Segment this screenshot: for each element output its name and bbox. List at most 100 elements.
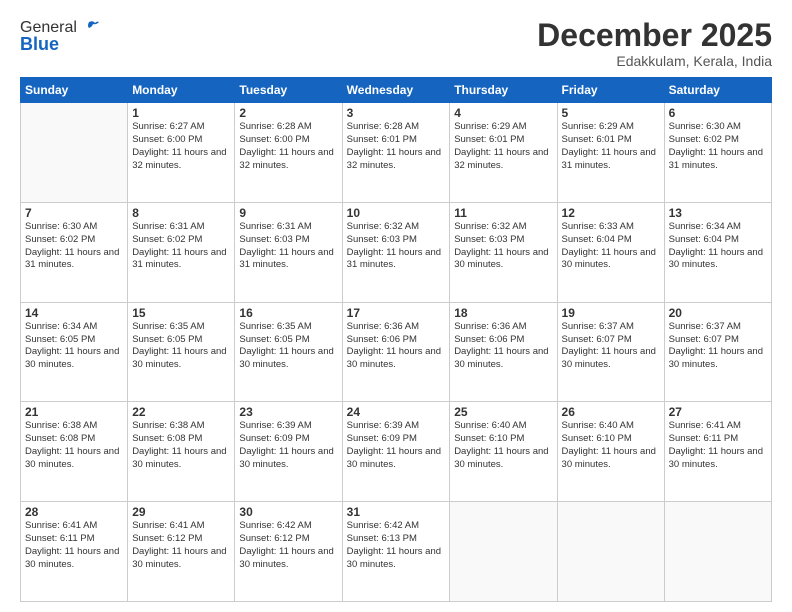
day-detail: Sunrise: 6:35 AMSunset: 6:05 PMDaylight:… [239, 321, 337, 372]
calendar-cell: 13Sunrise: 6:34 AMSunset: 6:04 PMDayligh… [664, 202, 771, 302]
day-number: 20 [669, 306, 767, 320]
day-number: 31 [347, 505, 446, 519]
day-number: 9 [239, 206, 337, 220]
calendar-week-row: 1Sunrise: 6:27 AMSunset: 6:00 PMDaylight… [21, 103, 772, 203]
calendar-cell: 12Sunrise: 6:33 AMSunset: 6:04 PMDayligh… [557, 202, 664, 302]
day-detail: Sunrise: 6:40 AMSunset: 6:10 PMDaylight:… [562, 420, 660, 471]
calendar-cell [21, 103, 128, 203]
calendar-cell: 2Sunrise: 6:28 AMSunset: 6:00 PMDaylight… [235, 103, 342, 203]
weekday-header: Saturday [664, 78, 771, 103]
logo-blue-text: Blue [20, 34, 59, 55]
day-number: 29 [132, 505, 230, 519]
day-number: 19 [562, 306, 660, 320]
day-detail: Sunrise: 6:37 AMSunset: 6:07 PMDaylight:… [562, 321, 660, 372]
calendar-cell: 5Sunrise: 6:29 AMSunset: 6:01 PMDaylight… [557, 103, 664, 203]
calendar-week-row: 28Sunrise: 6:41 AMSunset: 6:11 PMDayligh… [21, 502, 772, 602]
calendar-cell: 7Sunrise: 6:30 AMSunset: 6:02 PMDaylight… [21, 202, 128, 302]
calendar-cell: 25Sunrise: 6:40 AMSunset: 6:10 PMDayligh… [450, 402, 557, 502]
day-detail: Sunrise: 6:37 AMSunset: 6:07 PMDaylight:… [669, 321, 767, 372]
calendar-cell: 8Sunrise: 6:31 AMSunset: 6:02 PMDaylight… [128, 202, 235, 302]
day-detail: Sunrise: 6:41 AMSunset: 6:12 PMDaylight:… [132, 520, 230, 571]
calendar-cell: 23Sunrise: 6:39 AMSunset: 6:09 PMDayligh… [235, 402, 342, 502]
page: General Blue December 2025 Edakkulam, Ke… [0, 0, 792, 612]
day-number: 1 [132, 106, 230, 120]
calendar-header-row: SundayMondayTuesdayWednesdayThursdayFrid… [21, 78, 772, 103]
calendar-cell: 26Sunrise: 6:40 AMSunset: 6:10 PMDayligh… [557, 402, 664, 502]
day-detail: Sunrise: 6:42 AMSunset: 6:12 PMDaylight:… [239, 520, 337, 571]
day-detail: Sunrise: 6:42 AMSunset: 6:13 PMDaylight:… [347, 520, 446, 571]
day-number: 15 [132, 306, 230, 320]
day-number: 11 [454, 206, 552, 220]
day-detail: Sunrise: 6:32 AMSunset: 6:03 PMDaylight:… [454, 221, 552, 272]
day-number: 22 [132, 405, 230, 419]
logo: General Blue [20, 18, 99, 55]
calendar-cell: 31Sunrise: 6:42 AMSunset: 6:13 PMDayligh… [342, 502, 450, 602]
day-number: 21 [25, 405, 123, 419]
day-detail: Sunrise: 6:31 AMSunset: 6:03 PMDaylight:… [239, 221, 337, 272]
day-number: 27 [669, 405, 767, 419]
day-detail: Sunrise: 6:32 AMSunset: 6:03 PMDaylight:… [347, 221, 446, 272]
calendar-week-row: 7Sunrise: 6:30 AMSunset: 6:02 PMDaylight… [21, 202, 772, 302]
header: General Blue December 2025 Edakkulam, Ke… [20, 18, 772, 69]
day-detail: Sunrise: 6:35 AMSunset: 6:05 PMDaylight:… [132, 321, 230, 372]
weekday-header: Friday [557, 78, 664, 103]
day-detail: Sunrise: 6:39 AMSunset: 6:09 PMDaylight:… [347, 420, 446, 471]
weekday-header: Wednesday [342, 78, 450, 103]
day-number: 6 [669, 106, 767, 120]
calendar-cell: 20Sunrise: 6:37 AMSunset: 6:07 PMDayligh… [664, 302, 771, 402]
calendar-cell [664, 502, 771, 602]
calendar-cell: 29Sunrise: 6:41 AMSunset: 6:12 PMDayligh… [128, 502, 235, 602]
day-detail: Sunrise: 6:38 AMSunset: 6:08 PMDaylight:… [132, 420, 230, 471]
weekday-header: Tuesday [235, 78, 342, 103]
calendar-cell: 17Sunrise: 6:36 AMSunset: 6:06 PMDayligh… [342, 302, 450, 402]
day-detail: Sunrise: 6:33 AMSunset: 6:04 PMDaylight:… [562, 221, 660, 272]
calendar-cell [557, 502, 664, 602]
weekday-header: Thursday [450, 78, 557, 103]
day-detail: Sunrise: 6:36 AMSunset: 6:06 PMDaylight:… [454, 321, 552, 372]
location: Edakkulam, Kerala, India [537, 53, 772, 69]
day-number: 13 [669, 206, 767, 220]
day-number: 16 [239, 306, 337, 320]
calendar-cell: 30Sunrise: 6:42 AMSunset: 6:12 PMDayligh… [235, 502, 342, 602]
day-detail: Sunrise: 6:28 AMSunset: 6:01 PMDaylight:… [347, 121, 446, 172]
month-title: December 2025 [537, 18, 772, 53]
day-number: 10 [347, 206, 446, 220]
calendar-week-row: 21 Sunrise: 6:38 AMSunset: 6:08 PMDayligh… [21, 402, 772, 502]
calendar-cell: 15Sunrise: 6:35 AMSunset: 6:05 PMDayligh… [128, 302, 235, 402]
day-number: 30 [239, 505, 337, 519]
day-number: 8 [132, 206, 230, 220]
day-number: 14 [25, 306, 123, 320]
day-detail: Sunrise: 6:27 AMSunset: 6:00 PMDaylight:… [132, 121, 230, 172]
day-detail: Sunrise: 6:34 AMSunset: 6:04 PMDaylight:… [669, 221, 767, 272]
day-number: 17 [347, 306, 446, 320]
calendar-cell: 9Sunrise: 6:31 AMSunset: 6:03 PMDaylight… [235, 202, 342, 302]
calendar-cell: 27Sunrise: 6:41 AMSunset: 6:11 PMDayligh… [664, 402, 771, 502]
day-detail: Sunrise: 6:40 AMSunset: 6:10 PMDaylight:… [454, 420, 552, 471]
calendar-cell: 19Sunrise: 6:37 AMSunset: 6:07 PMDayligh… [557, 302, 664, 402]
calendar-cell: 1Sunrise: 6:27 AMSunset: 6:00 PMDaylight… [128, 103, 235, 203]
day-detail: Sunrise: 6:29 AMSunset: 6:01 PMDaylight:… [454, 121, 552, 172]
day-number: 7 [25, 206, 123, 220]
day-number: 5 [562, 106, 660, 120]
day-number: 12 [562, 206, 660, 220]
day-detail: Sunrise: 6:30 AMSunset: 6:02 PMDaylight:… [669, 121, 767, 172]
day-detail: Sunrise: 6:36 AMSunset: 6:06 PMDaylight:… [347, 321, 446, 372]
calendar-cell: 11Sunrise: 6:32 AMSunset: 6:03 PMDayligh… [450, 202, 557, 302]
calendar-cell: 10Sunrise: 6:32 AMSunset: 6:03 PMDayligh… [342, 202, 450, 302]
day-detail: Sunrise: 6:41 AMSunset: 6:11 PMDaylight:… [669, 420, 767, 471]
day-number: 28 [25, 505, 123, 519]
calendar-cell: 18Sunrise: 6:36 AMSunset: 6:06 PMDayligh… [450, 302, 557, 402]
day-detail: Sunrise: 6:41 AMSunset: 6:11 PMDaylight:… [25, 520, 123, 571]
title-section: December 2025 Edakkulam, Kerala, India [537, 18, 772, 69]
day-number: 26 [562, 405, 660, 419]
day-detail: Sunrise: 6:29 AMSunset: 6:01 PMDaylight:… [562, 121, 660, 172]
day-detail: Sunrise: 6:30 AMSunset: 6:02 PMDaylight:… [25, 221, 123, 272]
calendar-cell: 28Sunrise: 6:41 AMSunset: 6:11 PMDayligh… [21, 502, 128, 602]
day-number: 24 [347, 405, 446, 419]
day-detail: Sunrise: 6:31 AMSunset: 6:02 PMDaylight:… [132, 221, 230, 272]
calendar-cell: 14Sunrise: 6:34 AMSunset: 6:05 PMDayligh… [21, 302, 128, 402]
day-number: 25 [454, 405, 552, 419]
day-number: 2 [239, 106, 337, 120]
day-number: 4 [454, 106, 552, 120]
calendar-table: SundayMondayTuesdayWednesdayThursdayFrid… [20, 77, 772, 602]
